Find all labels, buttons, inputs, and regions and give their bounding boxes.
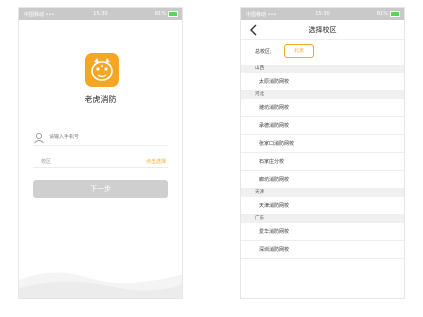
group-header: 广东 bbox=[241, 215, 404, 223]
campus-list-item[interactable]: 张家口消防网校 bbox=[241, 135, 404, 153]
group-header: 山西 bbox=[241, 65, 404, 73]
campus-list-item[interactable]: 太原消防网校 bbox=[241, 73, 404, 91]
battery-icon bbox=[390, 11, 400, 17]
total-campus-label: 总校区: bbox=[255, 49, 272, 55]
campus-list-item[interactable]: 石家庄分校 bbox=[241, 153, 404, 171]
battery-percent: 81% bbox=[376, 11, 388, 17]
battery-icon bbox=[168, 11, 178, 17]
campus-list-item[interactable]: 深圳消防网校 bbox=[241, 241, 404, 259]
decorative-waves bbox=[19, 272, 182, 298]
select-campus-screen: 中国移动 ••• 15:30 81% 选择校区 总校区: 北京 山西 太原消防网校… bbox=[240, 7, 405, 299]
phone-number-input[interactable] bbox=[49, 134, 159, 140]
app-name: 老虎消防 bbox=[84, 95, 117, 104]
status-bar: 中国移动 ••• 15:30 81% bbox=[241, 8, 404, 20]
campus-list-item[interactable]: 潍坊消防网校 bbox=[241, 99, 404, 117]
campus-list-item[interactable]: 廊坊消防网校 bbox=[241, 171, 404, 189]
tiger-fire-logo-icon bbox=[85, 53, 119, 87]
campus-label: 校区 bbox=[41, 159, 52, 165]
next-button[interactable]: 下一步 bbox=[33, 180, 168, 198]
campus-list-item[interactable]: 爱华消防网校 bbox=[241, 223, 404, 241]
campus-list-item[interactable]: 天津消防网校 bbox=[241, 197, 404, 215]
campus-list: 山西 太原消防网校 河北 潍坊消防网校 承德消防网校 张家口消防网校 石家庄分校 廊坊消防网校… bbox=[241, 65, 404, 259]
group-header: 天津 bbox=[241, 189, 404, 197]
battery-percent: 81% bbox=[154, 11, 166, 17]
page-title: 选择校区 bbox=[308, 26, 337, 34]
status-bar: 中国移动 ••• 15:30 81% bbox=[19, 8, 182, 20]
total-campus-chip[interactable]: 北京 bbox=[284, 44, 314, 58]
user-icon bbox=[34, 132, 44, 144]
total-campus-row: 总校区: 北京 bbox=[241, 42, 404, 62]
campus-select-link[interactable]: 点击选择 bbox=[146, 158, 166, 165]
campus-field-row[interactable]: 校区 点击选择 bbox=[33, 154, 168, 168]
login-screen: 中国移动 ••• 15:30 81% 老虎消防 校区 点击选择 下一步 bbox=[18, 7, 183, 299]
phone-field-row bbox=[33, 132, 168, 146]
nav-bar: 选择校区 bbox=[241, 20, 404, 40]
campus-list-item[interactable]: 承德消防网校 bbox=[241, 117, 404, 135]
group-header: 河北 bbox=[241, 91, 404, 99]
